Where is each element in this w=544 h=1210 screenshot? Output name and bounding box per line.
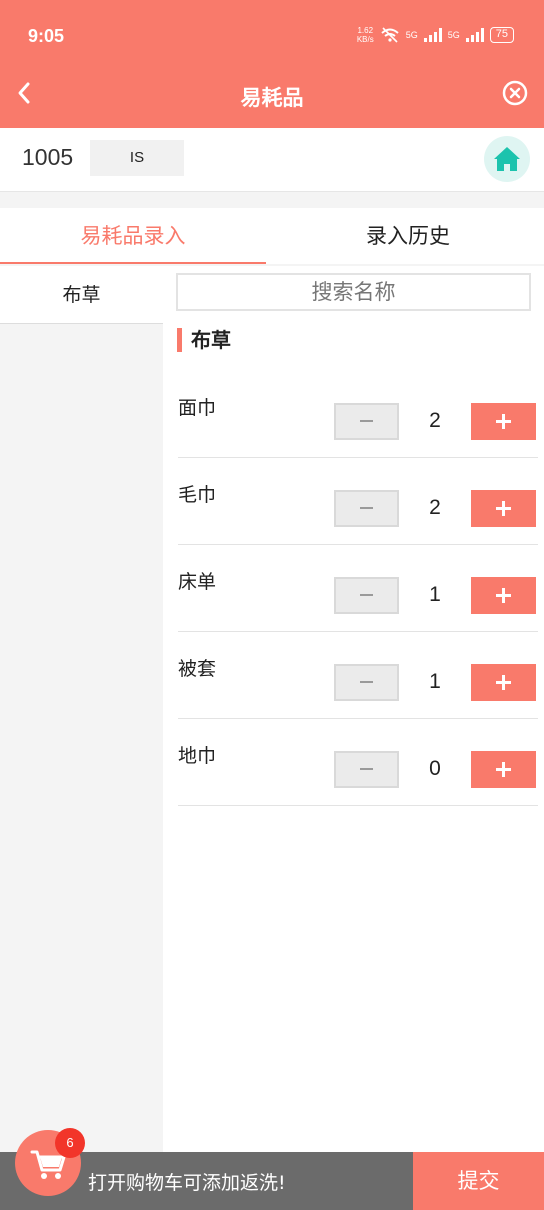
item-name: 床单 xyxy=(178,571,217,593)
list-item: 面巾 2 xyxy=(178,371,538,458)
close-circle-icon[interactable] xyxy=(500,78,530,108)
list-item: 被套 1 xyxy=(178,632,538,719)
item-name: 被套 xyxy=(178,658,217,680)
item-name: 毛巾 xyxy=(178,484,217,506)
signal-bars-icon xyxy=(423,28,442,42)
increase-button[interactable] xyxy=(471,490,536,527)
status-icons: 1.62 KB/s 5G 5G 75 xyxy=(357,26,514,44)
increase-button[interactable] xyxy=(471,577,536,614)
category-sidebar: 布草 xyxy=(0,266,163,1166)
signal-label-1: 5G xyxy=(405,30,418,40)
decrease-button[interactable] xyxy=(334,577,399,614)
cart-button[interactable]: 6 xyxy=(15,1128,85,1196)
item-quantity: 0 xyxy=(429,757,441,780)
status-time: 9:05 xyxy=(28,26,65,46)
store-tag: IS xyxy=(90,140,184,176)
item-quantity: 1 xyxy=(429,583,441,606)
store-code: 1005 xyxy=(22,144,74,170)
decrease-button[interactable] xyxy=(334,490,399,527)
battery-icon: 75 xyxy=(489,27,514,43)
wifi-off-icon xyxy=(381,27,399,43)
decrease-button[interactable] xyxy=(334,403,399,440)
list-item: 床单 1 xyxy=(178,545,538,632)
page-title: 易耗品 xyxy=(240,86,304,110)
nav-bar: 易耗品 xyxy=(0,72,544,128)
item-name: 面巾 xyxy=(178,397,217,419)
store-info-bar: 1005 IS xyxy=(0,128,544,192)
tab-consumable-entry[interactable]: 易耗品录入 xyxy=(0,208,266,264)
tab-entry-history[interactable]: 录入历史 xyxy=(272,208,544,264)
sidebar-item-linen[interactable]: 布草 xyxy=(0,266,163,324)
section-title: 布草 xyxy=(177,328,231,352)
bottom-bar: 打开购物车可添加返洗! 提交 xyxy=(0,1152,544,1210)
increase-button[interactable] xyxy=(471,664,536,701)
increase-button[interactable] xyxy=(471,751,536,788)
cart-count-badge: 6 xyxy=(55,1128,85,1158)
list-item: 地巾 0 xyxy=(178,719,538,806)
item-list-panel: 搜索名称 布草 面巾 2 毛巾 2 床单 1 被套 1 地巾 0 xyxy=(163,266,544,1156)
status-bar: 9:05 1.62 KB/s 5G 5G 75 xyxy=(0,0,544,72)
home-icon xyxy=(494,147,520,171)
item-quantity: 2 xyxy=(429,496,441,519)
cart-hint-text: 打开购物车可添加返洗! xyxy=(88,1172,286,1194)
submit-button[interactable]: 提交 xyxy=(413,1152,544,1210)
signal-label-2: 5G xyxy=(447,30,460,40)
net-speed: 1.62 KB/s xyxy=(356,26,374,44)
item-quantity: 2 xyxy=(429,409,441,432)
search-input[interactable]: 搜索名称 xyxy=(176,273,531,311)
decrease-button[interactable] xyxy=(334,664,399,701)
home-button[interactable] xyxy=(484,136,530,182)
increase-button[interactable] xyxy=(471,403,536,440)
signal-bars-icon xyxy=(465,28,484,42)
tab-bar: 易耗品录入 录入历史 xyxy=(0,208,544,264)
decrease-button[interactable] xyxy=(334,751,399,788)
item-quantity: 1 xyxy=(429,670,441,693)
item-name: 地巾 xyxy=(178,745,217,767)
list-item: 毛巾 2 xyxy=(178,458,538,545)
